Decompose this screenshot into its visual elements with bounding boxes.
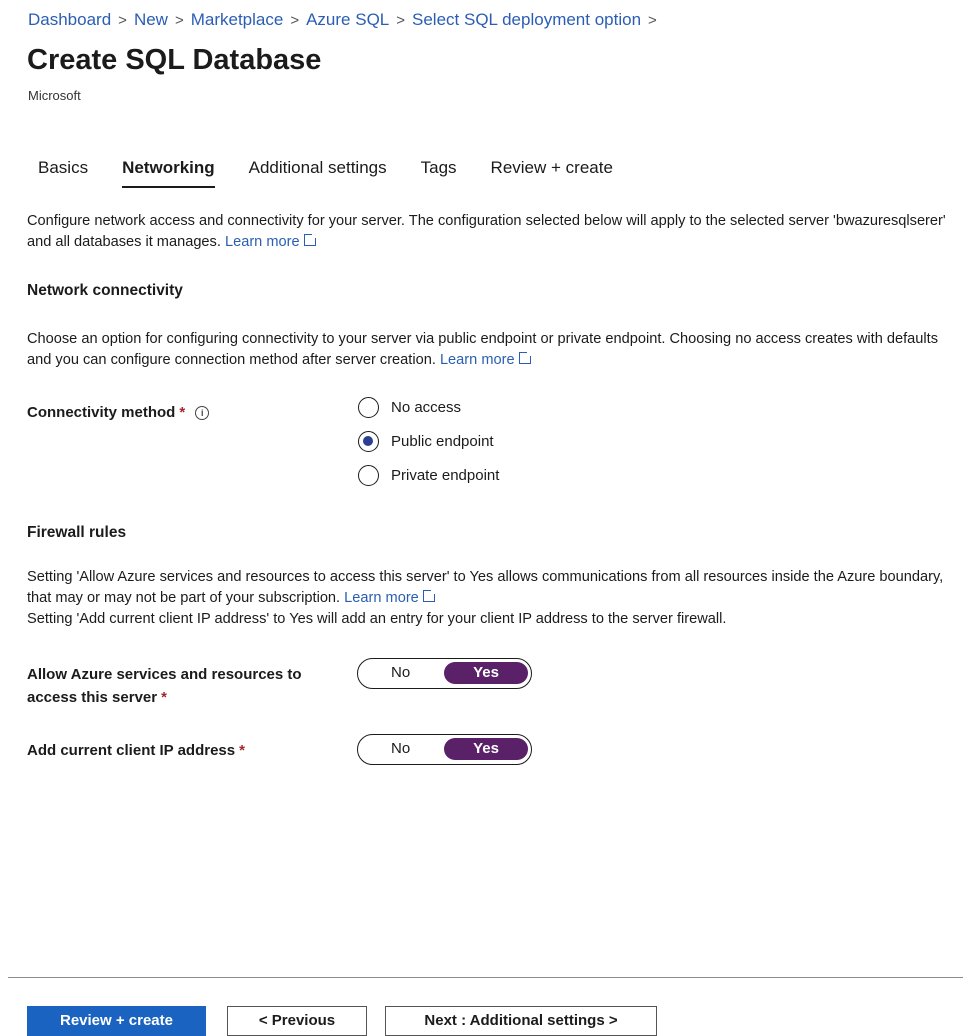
breadcrumb-azure-sql[interactable]: Azure SQL [306,10,389,30]
firewall-learn-more-link[interactable]: Learn more [344,590,419,606]
toggle-option-yes-selected[interactable]: Yes [444,662,528,684]
tab-networking[interactable]: Networking [122,158,215,188]
breadcrumb-separator: > [174,11,184,29]
page-subtitle: Microsoft [28,88,81,103]
page-title: Create SQL Database [27,44,322,76]
external-link-icon [518,352,531,364]
connectivity-method-label: Connectivity method * i [27,401,210,424]
tab-additional-settings[interactable]: Additional settings [249,158,387,188]
firewall-rules-heading: Firewall rules [27,524,127,541]
radio-label: Private endpoint [391,467,500,484]
network-connectivity-description: Choose an option for configuring connect… [27,329,952,371]
client-ip-label-text: Add current client IP address [27,742,236,759]
tab-bar: Basics Networking Additional settings Ta… [38,158,647,188]
radio-public-endpoint[interactable]: Public endpoint [358,431,494,452]
network-connectivity-heading: Network connectivity [27,282,183,299]
firewall-description: Setting 'Allow Azure services and resour… [27,567,952,630]
radio-private-endpoint[interactable]: Private endpoint [358,465,499,486]
next-additional-settings-button[interactable]: Next : Additional settings > [385,1006,657,1036]
breadcrumb-separator: > [396,11,406,29]
intro-learn-more-link[interactable]: Learn more [225,234,300,250]
toggle-option-yes-selected[interactable]: Yes [444,738,528,760]
radio-button[interactable] [358,397,379,418]
breadcrumb: Dashboard > New > Marketplace > Azure SQ… [28,10,664,30]
breadcrumb-separator: > [118,11,127,29]
firewall-line2: Setting 'Add current client IP address' … [27,611,727,627]
allow-azure-toggle[interactable]: No Yes [357,658,532,689]
breadcrumb-dashboard[interactable]: Dashboard [28,10,111,30]
radio-label: No access [391,399,462,416]
toggle-option-no[interactable]: No [391,740,410,757]
breadcrumb-separator: > [290,11,300,29]
breadcrumb-separator: > [648,11,657,29]
radio-label: Public endpoint [391,433,494,450]
external-link-icon [303,234,316,246]
tab-review-create[interactable]: Review + create [491,158,613,188]
client-ip-toggle[interactable]: No Yes [357,734,532,765]
previous-button[interactable]: < Previous [227,1006,367,1036]
allow-azure-label-line1: Allow Azure services and resources to [27,666,302,683]
breadcrumb-select-deployment[interactable]: Select SQL deployment option [412,10,641,30]
radio-button[interactable] [358,465,379,486]
intro-text: Configure network access and connectivit… [27,213,946,250]
client-ip-label: Add current client IP address * [27,739,245,762]
info-icon[interactable]: i [195,406,210,421]
tab-basics[interactable]: Basics [38,158,88,188]
intro-description: Configure network access and connectivit… [27,211,952,253]
review-create-button[interactable]: Review + create [27,1006,206,1036]
tab-tags[interactable]: Tags [421,158,457,188]
firewall-line1: Setting 'Allow Azure services and resour… [27,569,944,606]
connectivity-method-text: Connectivity method [27,404,176,421]
allow-azure-label: Allow Azure services and resources to ac… [27,663,302,709]
footer-divider [8,977,963,978]
required-asterisk: * [161,689,167,706]
radio-button-selected[interactable] [358,431,379,452]
network-learn-more-link[interactable]: Learn more [440,352,515,368]
breadcrumb-marketplace[interactable]: Marketplace [191,10,284,30]
required-asterisk: * [179,404,186,421]
radio-no-access[interactable]: No access [358,397,461,418]
external-link-icon [422,590,435,602]
required-asterisk: * [239,742,245,759]
allow-azure-label-line2: access this server [27,689,158,706]
breadcrumb-new[interactable]: New [134,10,168,30]
toggle-option-no[interactable]: No [391,664,410,681]
